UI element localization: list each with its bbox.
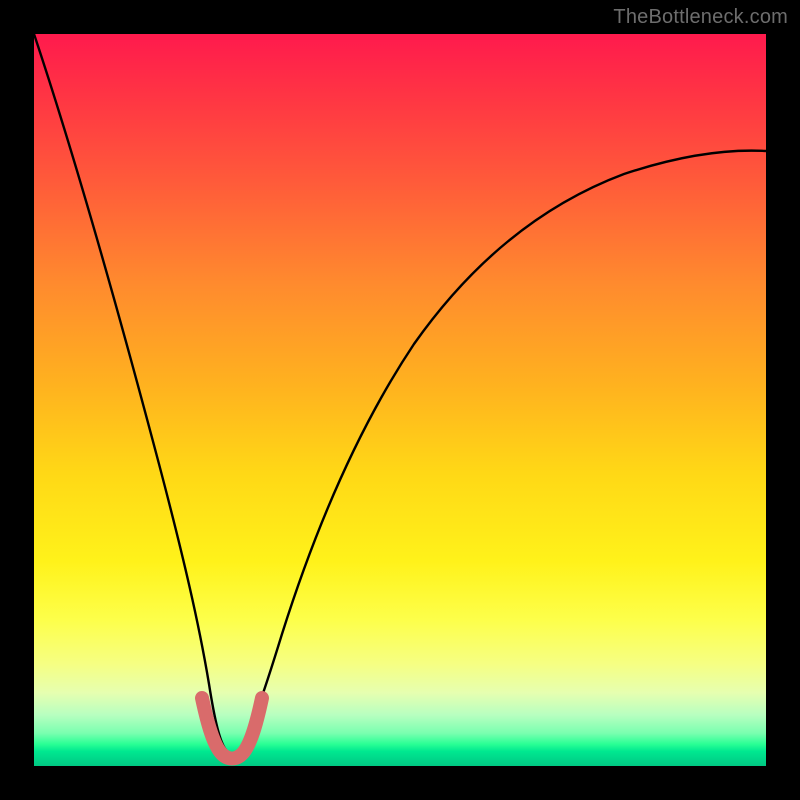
chart-frame: TheBottleneck.com (0, 0, 800, 800)
watermark-text: TheBottleneck.com (613, 6, 788, 29)
curve-layer (34, 34, 766, 766)
highlight-valley-path (202, 698, 262, 759)
bottleneck-curve-path (34, 34, 766, 754)
plot-area (34, 34, 766, 766)
